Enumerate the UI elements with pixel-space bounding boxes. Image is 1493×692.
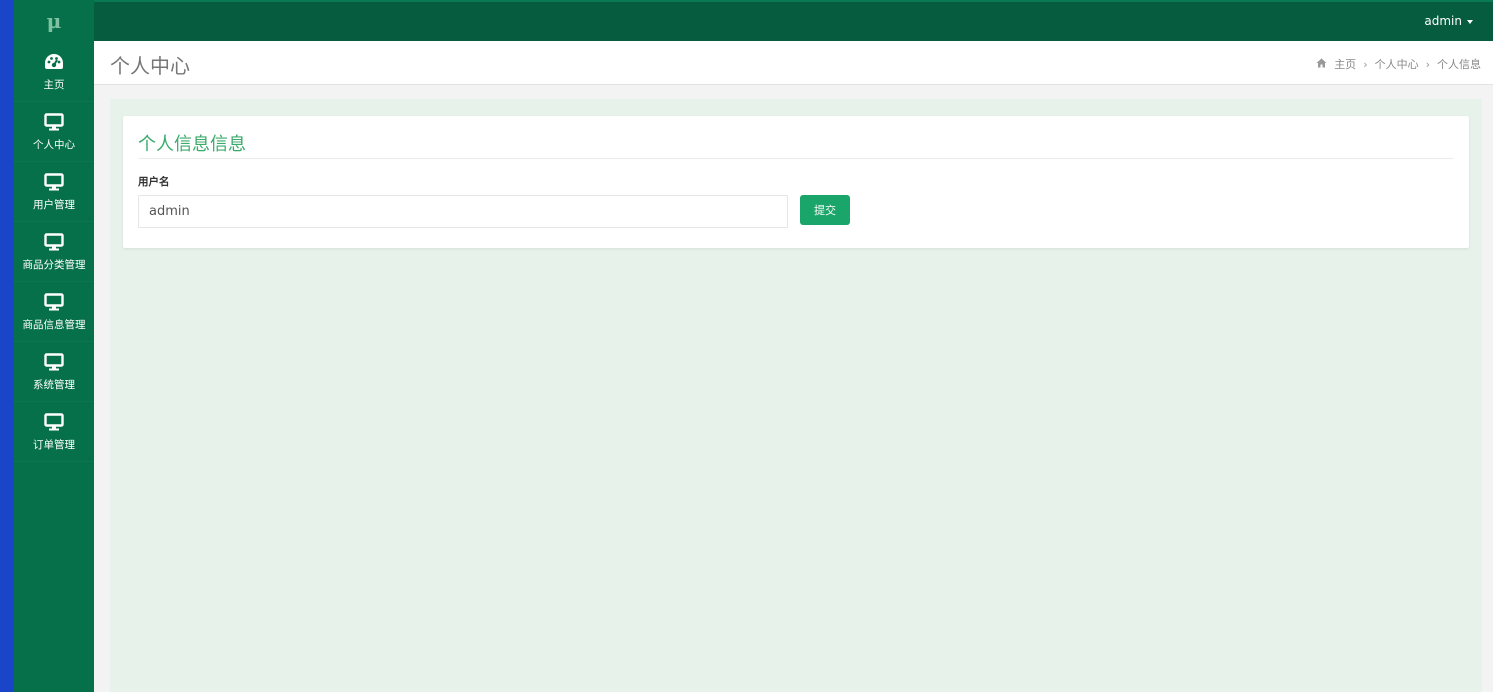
divider [138,158,1454,159]
breadcrumb-current: 个人信息 [1437,58,1481,71]
monitor-icon [44,111,64,133]
sidebar-item-label: 用户管理 [33,199,75,211]
page-title: 个人中心 [110,54,190,78]
sidebar-item-home[interactable]: 主页 [14,42,94,102]
window-edge [0,0,14,692]
submit-button[interactable]: 提交 [800,195,850,225]
sidebar-item-users[interactable]: 用户管理 [14,162,94,222]
sidebar-item-profile[interactable]: 个人中心 [14,102,94,162]
monitor-icon [44,291,64,313]
card-title: 个人信息信息 [138,134,246,155]
monitor-icon [44,411,64,433]
sidebar-item-label: 商品信息管理 [22,319,86,331]
sidebar-item-label: 主页 [43,79,65,91]
username-field[interactable] [138,195,788,228]
app-root: μ 主页 个人中心 用户管理 商品分类管理 商品信息管理 系统管理 订单管理 a… [0,0,1493,692]
user-name: admin [1424,14,1462,28]
breadcrumb-profile[interactable]: 个人中心 [1375,56,1419,72]
monitor-icon [44,231,64,253]
sidebar-item-label: 订单管理 [33,439,75,451]
profile-card: 个人信息信息 用户名 提交 [123,116,1469,248]
home-icon [1316,58,1327,71]
logo[interactable]: μ [14,0,94,42]
breadcrumb-home[interactable]: 主页 [1334,56,1356,72]
sidebar-item-products[interactable]: 商品信息管理 [14,282,94,342]
dashboard-icon [44,51,64,73]
top-bar: admin [94,0,1493,41]
content-area: 个人信息信息 用户名 提交 [110,99,1482,692]
sidebar-item-categories[interactable]: 商品分类管理 [14,222,94,282]
sidebar-item-system[interactable]: 系统管理 [14,342,94,402]
sidebar-item-label: 系统管理 [33,379,75,391]
chevron-right-icon: › [1425,57,1430,71]
page-header: 个人中心 主页 › 个人中心 › 个人信息 [94,41,1493,85]
monitor-icon [44,171,64,193]
user-menu[interactable]: admin [1424,14,1473,28]
breadcrumb: 主页 › 个人中心 › 个人信息 [1316,56,1481,72]
sidebar-item-orders[interactable]: 订单管理 [14,402,94,462]
chevron-right-icon: › [1363,57,1368,71]
caret-down-icon [1467,19,1473,24]
sidebar-item-label: 商品分类管理 [22,259,86,271]
monitor-icon [44,351,64,373]
sidebar: μ 主页 个人中心 用户管理 商品分类管理 商品信息管理 系统管理 订单管理 [14,0,94,692]
sidebar-item-label: 个人中心 [33,139,75,151]
username-label: 用户名 [138,176,170,188]
